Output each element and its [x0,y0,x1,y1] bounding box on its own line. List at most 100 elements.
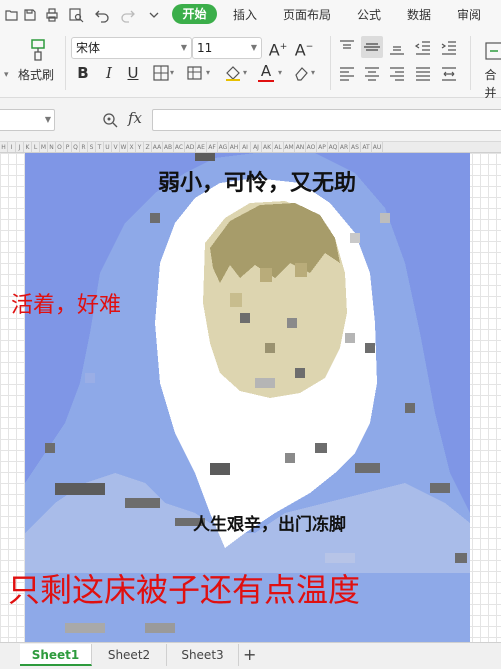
align-left-icon[interactable] [338,64,356,82]
italic-icon[interactable]: I [101,64,117,82]
column-header-cell[interactable]: AN [295,142,306,152]
font-color-chevron-icon[interactable]: ▾ [278,64,282,82]
name-box-value [0,113,3,126]
borders-icon[interactable] [152,64,170,82]
caption-left: 活着，好难 [11,292,122,317]
tab-home[interactable]: 开始 [172,4,217,24]
undo-icon[interactable] [94,7,110,23]
column-header-cell[interactable]: AK [262,142,273,152]
ribbon-divider [470,36,471,90]
fill-color-chevron-icon[interactable]: ▾ [243,64,247,82]
borders-chevron-icon[interactable]: ▾ [170,64,174,82]
column-header-cell[interactable]: X [128,142,136,152]
column-header-cell[interactable]: H [0,142,8,152]
decrease-indent-icon[interactable] [414,38,432,56]
column-header-cell[interactable]: AL [273,142,284,152]
tab-data[interactable]: 数据 [407,6,431,24]
clear-format-chevron-icon[interactable]: ▾ [311,64,315,82]
column-header-cell[interactable]: T [96,142,104,152]
decrease-font-icon[interactable]: A− [294,38,314,59]
tab-page-layout[interactable]: 页面布局 [283,6,331,24]
column-header-cell[interactable]: AB [163,142,174,152]
column-header-cell[interactable]: AA [152,142,163,152]
tab-formulas[interactable]: 公式 [357,6,381,24]
clear-format-icon[interactable] [292,64,310,82]
cell-style-chevron-icon[interactable]: ▾ [206,64,210,82]
tab-insert[interactable]: 插入 [233,6,257,24]
cell-style-icon[interactable] [186,64,204,82]
column-header-cell[interactable]: AF [207,142,218,152]
column-header-cell[interactable]: AC [174,142,185,152]
zoom-search-icon[interactable] [101,111,119,129]
align-top-icon[interactable] [338,38,356,56]
format-painter-icon[interactable] [27,38,49,62]
column-header-cell[interactable]: S [88,142,96,152]
font-size-chevron-icon: ▼ [250,43,257,52]
merge-label[interactable]: 合并 [480,66,501,102]
align-right-icon[interactable] [388,64,406,82]
column-header-cell[interactable]: AG [218,142,229,152]
column-header-cell[interactable]: V [112,142,120,152]
column-header-cell[interactable]: AO [306,142,317,152]
menu-bar: 开始 插入 页面布局 公式 数据 审阅 [0,0,501,30]
column-header-cell[interactable]: AD [185,142,196,152]
sheet-tab-sheet2[interactable]: Sheet2 [92,644,167,666]
sheet-grid[interactable]: 弱小，可怜，又无助 活着，好难 人生艰辛，出门冻脚 只剩这床被子还有点温度 [0,153,501,642]
align-center-icon[interactable] [363,64,381,82]
column-header-cell[interactable]: AH [229,142,240,152]
caption-top: 弱小，可怜，又无助 [158,170,357,195]
column-header-cell[interactable]: AI [240,142,251,152]
column-header-cell[interactable]: AP [317,142,328,152]
align-middle-icon[interactable] [361,36,383,58]
column-header-cell[interactable]: AJ [251,142,262,152]
column-header-cell[interactable]: P [64,142,72,152]
column-header-cell[interactable]: AS [350,142,361,152]
column-header-cell[interactable]: K [24,142,32,152]
sheet-tab-sheet3[interactable]: Sheet3 [167,644,239,666]
increase-indent-icon[interactable] [440,38,458,56]
bold-icon[interactable]: B [75,64,91,82]
column-header-cell[interactable]: I [8,142,16,152]
column-header-cell[interactable]: Y [136,142,144,152]
font-name-select[interactable]: 宋体 ▼ [71,37,192,59]
name-box[interactable]: ▼ [0,109,55,131]
column-header-cell[interactable]: AM [284,142,295,152]
justify-icon[interactable] [414,64,432,82]
column-header-cell[interactable]: AE [196,142,207,152]
column-header-cell[interactable]: J [16,142,24,152]
column-header-cell[interactable]: N [48,142,56,152]
formula-input[interactable] [152,109,501,131]
font-color-icon[interactable]: A [258,63,274,82]
quick-access-chevron-icon[interactable] [146,7,162,23]
column-header-cell[interactable]: M [40,142,48,152]
column-header-cell[interactable]: L [32,142,40,152]
column-header-cell[interactable]: Q [72,142,80,152]
column-header-cell[interactable]: AR [339,142,350,152]
tab-review[interactable]: 审阅 [457,6,481,24]
column-header-cell[interactable]: O [56,142,64,152]
align-bottom-icon[interactable] [388,38,406,56]
merge-cells-icon[interactable] [484,40,501,62]
column-header-cell[interactable]: W [120,142,128,152]
column-header-cell[interactable]: AU [372,142,383,152]
save-icon[interactable] [22,7,38,23]
increase-font-icon[interactable]: A+ [268,38,288,59]
column-header-cell[interactable]: U [104,142,112,152]
sheet-tab-sheet1[interactable]: Sheet1 [20,644,92,666]
column-header-cell[interactable]: AT [361,142,372,152]
column-header-cell[interactable]: AQ [328,142,339,152]
column-header-cell[interactable]: R [80,142,88,152]
format-painter-label[interactable]: 格式刷 [18,66,54,84]
add-sheet-button[interactable]: + [243,645,256,665]
open-file-icon[interactable] [4,7,20,23]
print-icon[interactable] [44,7,60,23]
font-size-select[interactable]: 11 ▼ [192,37,262,59]
underline-icon[interactable]: U [125,64,141,82]
caption-middle: 人生艰辛，出门冻脚 [193,515,346,534]
distributed-align-icon[interactable] [440,64,458,82]
print-preview-icon[interactable] [68,7,84,23]
redo-icon[interactable] [120,7,136,23]
fill-color-icon[interactable] [224,64,242,82]
column-header-cell[interactable]: Z [144,142,152,152]
insert-function-button[interactable]: fx [128,109,142,127]
